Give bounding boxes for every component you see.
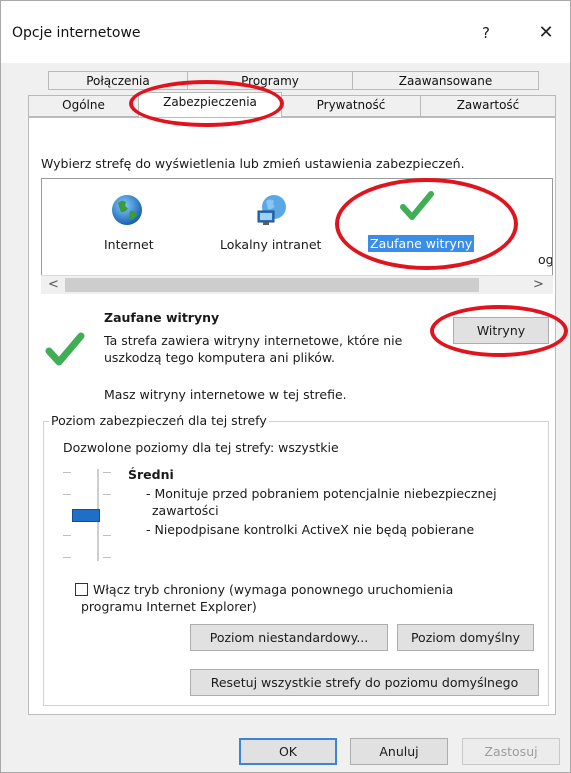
tab-programs[interactable]: Programy xyxy=(187,71,353,90)
zone-intranet-label: Lokalny intranet xyxy=(220,237,322,252)
default-level-button[interactable]: Poziom domyślny xyxy=(397,624,534,651)
trusted-zone-checkmark-icon xyxy=(45,332,85,366)
scroll-thumb[interactable] xyxy=(65,278,479,292)
globe-icon xyxy=(112,195,142,225)
reset-all-zones-button[interactable]: Resetuj wszystkie strefy do poziomu domy… xyxy=(190,669,539,696)
tab-general[interactable]: Ogólne xyxy=(28,95,139,117)
cancel-button[interactable]: Anuluj xyxy=(350,738,448,765)
sites-button[interactable]: Witryny xyxy=(453,317,549,344)
zone-title: Zaufane witryny xyxy=(104,310,220,325)
slider-thumb[interactable] xyxy=(72,509,100,522)
internet-options-dialog: Opcje internetowe ? ✕ Połączenia Program… xyxy=(0,0,571,773)
apply-button[interactable]: Zastosuj xyxy=(462,738,560,765)
protected-mode-label-line2[interactable]: programu Internet Explorer) xyxy=(81,599,257,614)
ok-button[interactable]: OK xyxy=(239,738,337,765)
intranet-icon xyxy=(257,195,286,225)
help-button[interactable]: ? xyxy=(468,15,504,51)
zone-sites-note: Masz witryny internetowe w tej strefie. xyxy=(104,387,347,402)
title-bar: Opcje internetowe ? ✕ xyxy=(1,1,570,63)
tab-connections[interactable]: Połączenia xyxy=(48,71,188,90)
zone-internet[interactable]: Internet xyxy=(82,185,172,255)
zone-restricted-label[interactable]: og xyxy=(538,252,552,267)
security-level-name: Średni xyxy=(128,467,174,482)
level-description-1b: zawartości xyxy=(152,503,219,518)
dialog-title: Opcje internetowe xyxy=(12,25,141,41)
security-level-group-title: Poziom zabezpieczeń dla tej strefy xyxy=(49,413,269,428)
zone-description-line2: uszkodzą tego komputera ani plików. xyxy=(104,350,335,365)
zone-description-line1: Ta strefa zawiera witryny internetowe, k… xyxy=(104,333,403,348)
zone-trusted-label: Zaufane witryny xyxy=(368,235,475,252)
zone-list-scrollbar[interactable]: < > xyxy=(41,275,553,294)
close-button[interactable]: ✕ xyxy=(528,15,564,51)
checkmark-icon xyxy=(400,191,434,220)
scroll-left-arrow[interactable]: < xyxy=(48,277,59,292)
security-level-group xyxy=(43,421,549,706)
allowed-levels-text: Dozwolone poziomy dla tej strefy: wszyst… xyxy=(63,440,339,455)
tab-security[interactable]: Zabezpieczenia xyxy=(138,92,282,117)
zone-local-intranet[interactable]: Lokalny intranet xyxy=(212,185,332,255)
tab-advanced[interactable]: Zaawansowane xyxy=(352,71,539,90)
custom-level-button[interactable]: Poziom niestandardowy... xyxy=(190,624,388,651)
level-description-2: - Niepodpisane kontrolki ActiveX nie będ… xyxy=(146,522,475,537)
zone-trusted-sites[interactable]: Zaufane witryny xyxy=(364,185,484,255)
scroll-right-arrow[interactable]: > xyxy=(533,277,544,292)
zone-internet-label: Internet xyxy=(104,237,154,252)
zone-instruction: Wybierz strefę do wyświetlenia lub zmień… xyxy=(41,156,465,171)
protected-mode-label-line1[interactable]: Włącz tryb chroniony (wymaga ponownego u… xyxy=(93,582,453,597)
protected-mode-checkbox[interactable] xyxy=(75,583,88,596)
tab-content[interactable]: Zawartość xyxy=(420,95,556,117)
tab-privacy[interactable]: Prywatność xyxy=(281,95,421,117)
security-level-slider[interactable] xyxy=(61,467,113,563)
level-description-1: - Monituje przed pobraniem potencjalnie … xyxy=(146,486,497,501)
